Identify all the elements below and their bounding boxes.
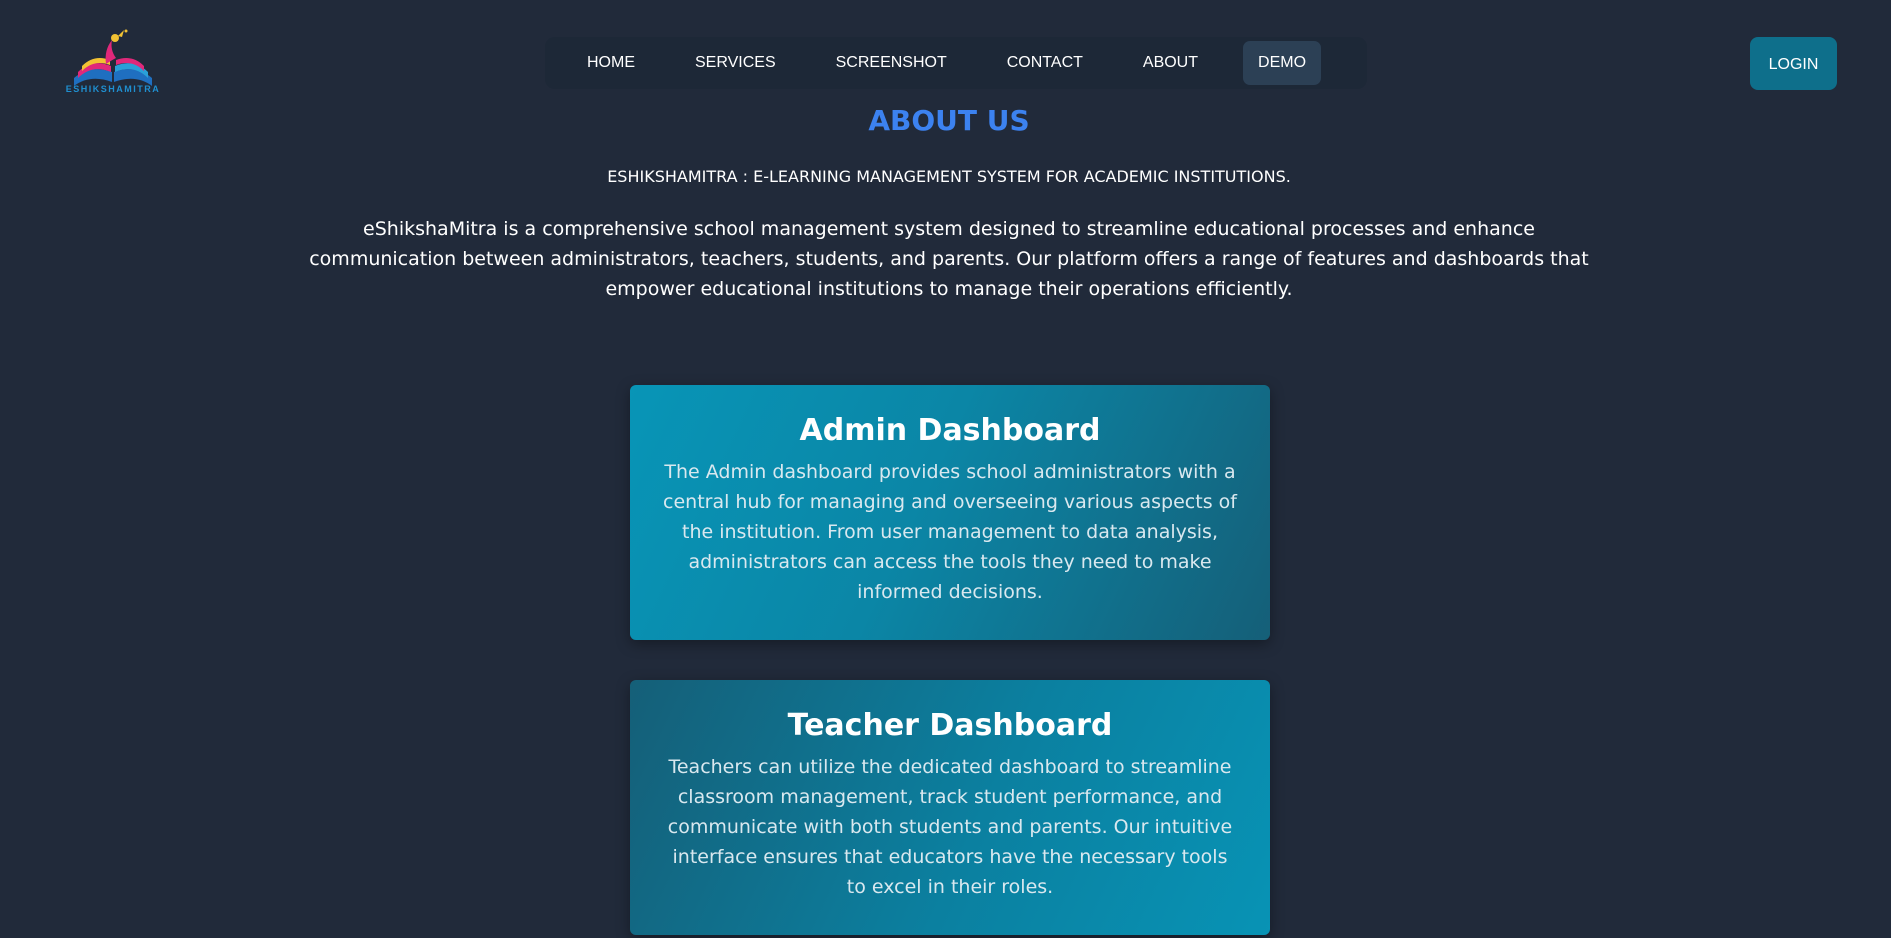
logo-text: ESHIKSHAMITRA	[65, 84, 161, 94]
nav-item-about[interactable]: ABOUT	[1128, 41, 1213, 85]
about-subtitle: ESHIKSHAMITRA : E-LEARNING MANAGEMENT SY…	[607, 167, 1291, 186]
page-title: ABOUT US	[868, 104, 1030, 137]
main-nav: HOME SERVICES SCREENSHOT CONTACT ABOUT D…	[545, 37, 1367, 89]
card-title: Admin Dashboard	[799, 413, 1101, 448]
open-book-icon	[74, 29, 152, 86]
nav-item-demo[interactable]: DEMO	[1243, 41, 1322, 85]
logo[interactable]: ESHIKSHAMITRA	[60, 28, 166, 98]
nav-item-contact[interactable]: CONTACT	[992, 41, 1098, 85]
nav-item-screenshot[interactable]: SCREENSHOT	[821, 41, 962, 85]
teacher-dashboard-card: Teacher Dashboard Teachers can utilize t…	[630, 680, 1270, 935]
admin-dashboard-card: Admin Dashboard The Admin dashboard prov…	[630, 385, 1270, 640]
login-button[interactable]: LOGIN	[1750, 37, 1837, 90]
card-text: The Admin dashboard provides school admi…	[663, 461, 1237, 603]
about-description: eShikshaMitra is a comprehensive school …	[309, 218, 1589, 300]
site-header: ESHIKSHAMITRA HOME SERVICES SCREENSHOT C…	[0, 0, 1891, 104]
card-title: Teacher Dashboard	[787, 708, 1113, 743]
nav-item-home[interactable]: HOME	[572, 41, 650, 85]
card-text: Teachers can utilize the dedicated dashb…	[667, 756, 1233, 898]
nav-item-services[interactable]: SERVICES	[680, 41, 791, 85]
